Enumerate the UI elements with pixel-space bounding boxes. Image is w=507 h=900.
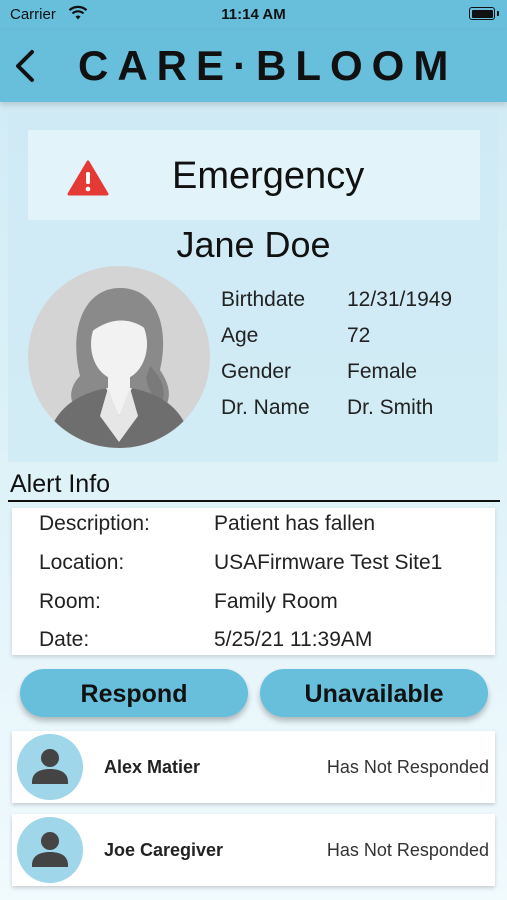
alert-label: Description: xyxy=(39,512,150,535)
alert-value: Patient has fallen xyxy=(214,512,376,535)
alert-value: 5/25/21 11:39AM xyxy=(214,628,373,651)
alert-label: Room: xyxy=(39,590,101,613)
field-value: 12/31/1949 xyxy=(347,288,453,311)
clock-time: 11:14 AM xyxy=(221,6,286,23)
field-value: 72 xyxy=(347,324,371,347)
alert-label: Location: xyxy=(39,551,125,574)
caregiver-avatar xyxy=(17,734,83,800)
caregiver-name: Joe Caregiver xyxy=(104,840,224,860)
respond-button[interactable]: Respond xyxy=(20,669,248,717)
brand-logo: CARE·BLOOM xyxy=(78,42,458,89)
caregiver-status: Has Not Responded xyxy=(326,840,489,860)
caregiver-status: Has Not Responded xyxy=(326,757,489,777)
field-value: Female xyxy=(347,360,418,383)
alert-label: Date: xyxy=(39,628,90,651)
caregiver-avatar xyxy=(17,817,83,883)
caregiver-name: Alex Matier xyxy=(104,757,201,777)
chevron-left-icon[interactable] xyxy=(10,46,40,86)
patient-avatar-icon xyxy=(28,266,210,448)
field-value: Dr. Smith xyxy=(347,396,434,419)
person-icon xyxy=(32,832,68,867)
field-label: Birthdate xyxy=(221,288,306,311)
warning-triangle-icon xyxy=(67,160,109,196)
patient-name: Jane Doe xyxy=(176,224,331,265)
section-divider xyxy=(8,500,500,502)
caregiver-list-item[interactable]: Alex Matier Has Not Responded xyxy=(12,731,495,803)
field-label: Gender xyxy=(221,360,292,383)
field-label: Age xyxy=(221,324,259,347)
alert-value: USAFirmware Test Site1 xyxy=(214,551,443,574)
emergency-label: Emergency xyxy=(172,155,365,197)
battery-tip xyxy=(497,11,499,16)
status-bar: Carrier 11:14 AM xyxy=(0,0,507,30)
field-label: Dr. Name xyxy=(221,396,310,419)
alert-value: Family Room xyxy=(214,590,338,613)
app-header: CARE·BLOOM xyxy=(0,30,507,102)
battery-icon xyxy=(469,7,495,20)
unavailable-button[interactable]: Unavailable xyxy=(260,669,488,717)
caregiver-list-item[interactable]: Joe Caregiver Has Not Responded xyxy=(12,814,495,886)
person-icon xyxy=(32,749,68,784)
alert-info-title: Alert Info xyxy=(10,470,111,498)
